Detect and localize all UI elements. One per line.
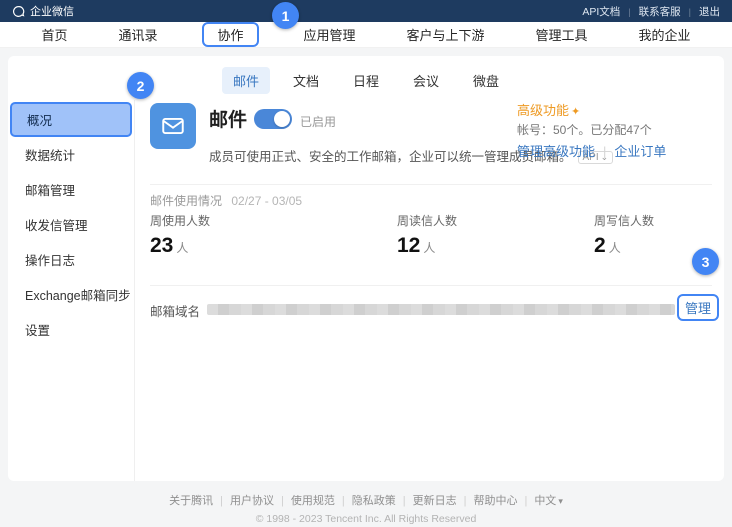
premium-title-text: 高级功能 [517, 103, 569, 118]
mail-enabled-toggle[interactable] [254, 109, 292, 129]
footer-changelog[interactable]: 更新日志 [396, 492, 457, 508]
contact-support-link[interactable]: 联系客服 [620, 4, 680, 19]
usage-label: 邮件使用情况 [150, 194, 222, 208]
copyright: © 1998 - 2023 Tencent Inc. All Rights Re… [0, 513, 732, 525]
sidebar-item-statistics[interactable]: 数据统计 [8, 137, 134, 172]
footer-language-selector[interactable]: 中文▾ [517, 492, 562, 508]
mail-app-icon [150, 103, 196, 149]
status-badge: 已启用 [300, 113, 336, 130]
stat-label: 周使用人数 [150, 212, 210, 229]
sidebar-item-mailbox-mgmt[interactable]: 邮箱管理 [8, 172, 134, 207]
wecom-logo-icon [12, 5, 25, 18]
manage-premium-link[interactable]: 管理高级功能 [517, 141, 595, 160]
annotation-step-1: 1 [272, 2, 299, 29]
nav-item-customers[interactable]: 客户与上下游 [400, 23, 490, 46]
footer-privacy-policy[interactable]: 隐私政策 [335, 492, 396, 508]
footer-help-center[interactable]: 帮助中心 [457, 492, 518, 508]
nav-item-home[interactable]: 首页 [35, 23, 73, 46]
stat-weekly-writers: 周写信人数 2人 [594, 212, 654, 258]
annotation-step-3: 3 [692, 248, 719, 275]
stat-value: 23 [150, 234, 173, 257]
nav-item-collaboration[interactable]: 协作 [202, 22, 258, 47]
sidebar: 概况 数据统计 邮箱管理 收发信管理 操作日志 Exchange邮箱同步 设置 [8, 100, 135, 481]
stat-label: 周写信人数 [594, 212, 654, 229]
stat-weekly-users: 周使用人数 23人 [150, 212, 210, 258]
topbar-links: API文档 联系客服 退出 [582, 4, 720, 19]
footer-links: 关于腾讯 用户协议 使用规范 隐私政策 更新日志 帮助中心 中文▾ [0, 492, 732, 508]
stat-value: 2 [594, 234, 606, 257]
logout-link[interactable]: 退出 [681, 4, 720, 19]
tab-calendar[interactable]: 日程 [342, 67, 390, 94]
annotation-step-2: 2 [127, 72, 154, 99]
nav-item-admin-tools[interactable]: 管理工具 [529, 23, 593, 46]
sparkle-icon: ✦ [571, 106, 580, 118]
sidebar-item-logs[interactable]: 操作日志 [8, 242, 134, 277]
nav-item-my-company[interactable]: 我的企业 [632, 23, 696, 46]
stat-label: 周读信人数 [397, 212, 457, 229]
footer-user-agreement[interactable]: 用户协议 [213, 492, 274, 508]
divider [150, 285, 712, 286]
footer: 关于腾讯 用户协议 使用规范 隐私政策 更新日志 帮助中心 中文▾ © 1998… [0, 492, 732, 525]
manage-domain-button[interactable]: 管理 [677, 294, 719, 321]
premium-links: 管理高级功能 企业订单 [517, 141, 666, 160]
usage-header: 邮件使用情况 02/27 - 03/05 [150, 192, 302, 209]
stat-unit: 人 [176, 241, 188, 255]
brand: 企业微信 [12, 3, 74, 19]
nav-item-apps[interactable]: 应用管理 [297, 23, 361, 46]
tab-meeting[interactable]: 会议 [402, 67, 450, 94]
mail-domain-redacted-bar [207, 304, 675, 315]
envelope-icon [160, 113, 186, 139]
stat-unit: 人 [423, 241, 435, 255]
stat-weekly-readers: 周读信人数 12人 [397, 212, 457, 258]
chevron-down-icon: ▾ [558, 496, 563, 506]
content-panel: 邮件 文档 日程 会议 微盘 概况 数据统计 邮箱管理 收发信管理 操作日志 E… [8, 56, 724, 481]
page-title: 邮件 [209, 105, 247, 132]
api-docs-link[interactable]: API文档 [582, 4, 620, 19]
footer-usage-rules[interactable]: 使用规范 [274, 492, 335, 508]
tab-drive[interactable]: 微盘 [462, 67, 510, 94]
footer-about-tencent[interactable]: 关于腾讯 [169, 492, 213, 508]
language-label: 中文 [534, 495, 556, 507]
toggle-knob [274, 111, 290, 127]
topbar: 企业微信 API文档 联系客服 退出 [0, 0, 732, 22]
main-nav: 首页 通讯录 协作 应用管理 客户与上下游 管理工具 我的企业 [0, 22, 732, 48]
stat-unit: 人 [609, 241, 621, 255]
stat-value: 12 [397, 234, 420, 257]
sidebar-item-exchange-sync[interactable]: Exchange邮箱同步 [8, 277, 134, 312]
mail-domain-label: 邮箱域名 [150, 301, 200, 320]
sidebar-item-overview[interactable]: 概况 [10, 102, 132, 137]
tab-docs[interactable]: 文档 [282, 67, 330, 94]
sidebar-item-send-receive[interactable]: 收发信管理 [8, 207, 134, 242]
sidebar-item-settings[interactable]: 设置 [8, 312, 134, 347]
brand-name: 企业微信 [30, 3, 74, 19]
tab-mail[interactable]: 邮件 [222, 67, 270, 94]
subtabs: 邮件 文档 日程 会议 微盘 [8, 67, 724, 94]
usage-date-range: 02/27 - 03/05 [231, 194, 302, 208]
divider [150, 184, 712, 185]
account-quota-info: 帐号：50个。已分配47个 [517, 121, 652, 138]
nav-item-contacts[interactable]: 通讯录 [112, 23, 163, 46]
premium-title: 高级功能✦ [517, 100, 580, 119]
enterprise-order-link[interactable]: 企业订单 [595, 141, 666, 160]
